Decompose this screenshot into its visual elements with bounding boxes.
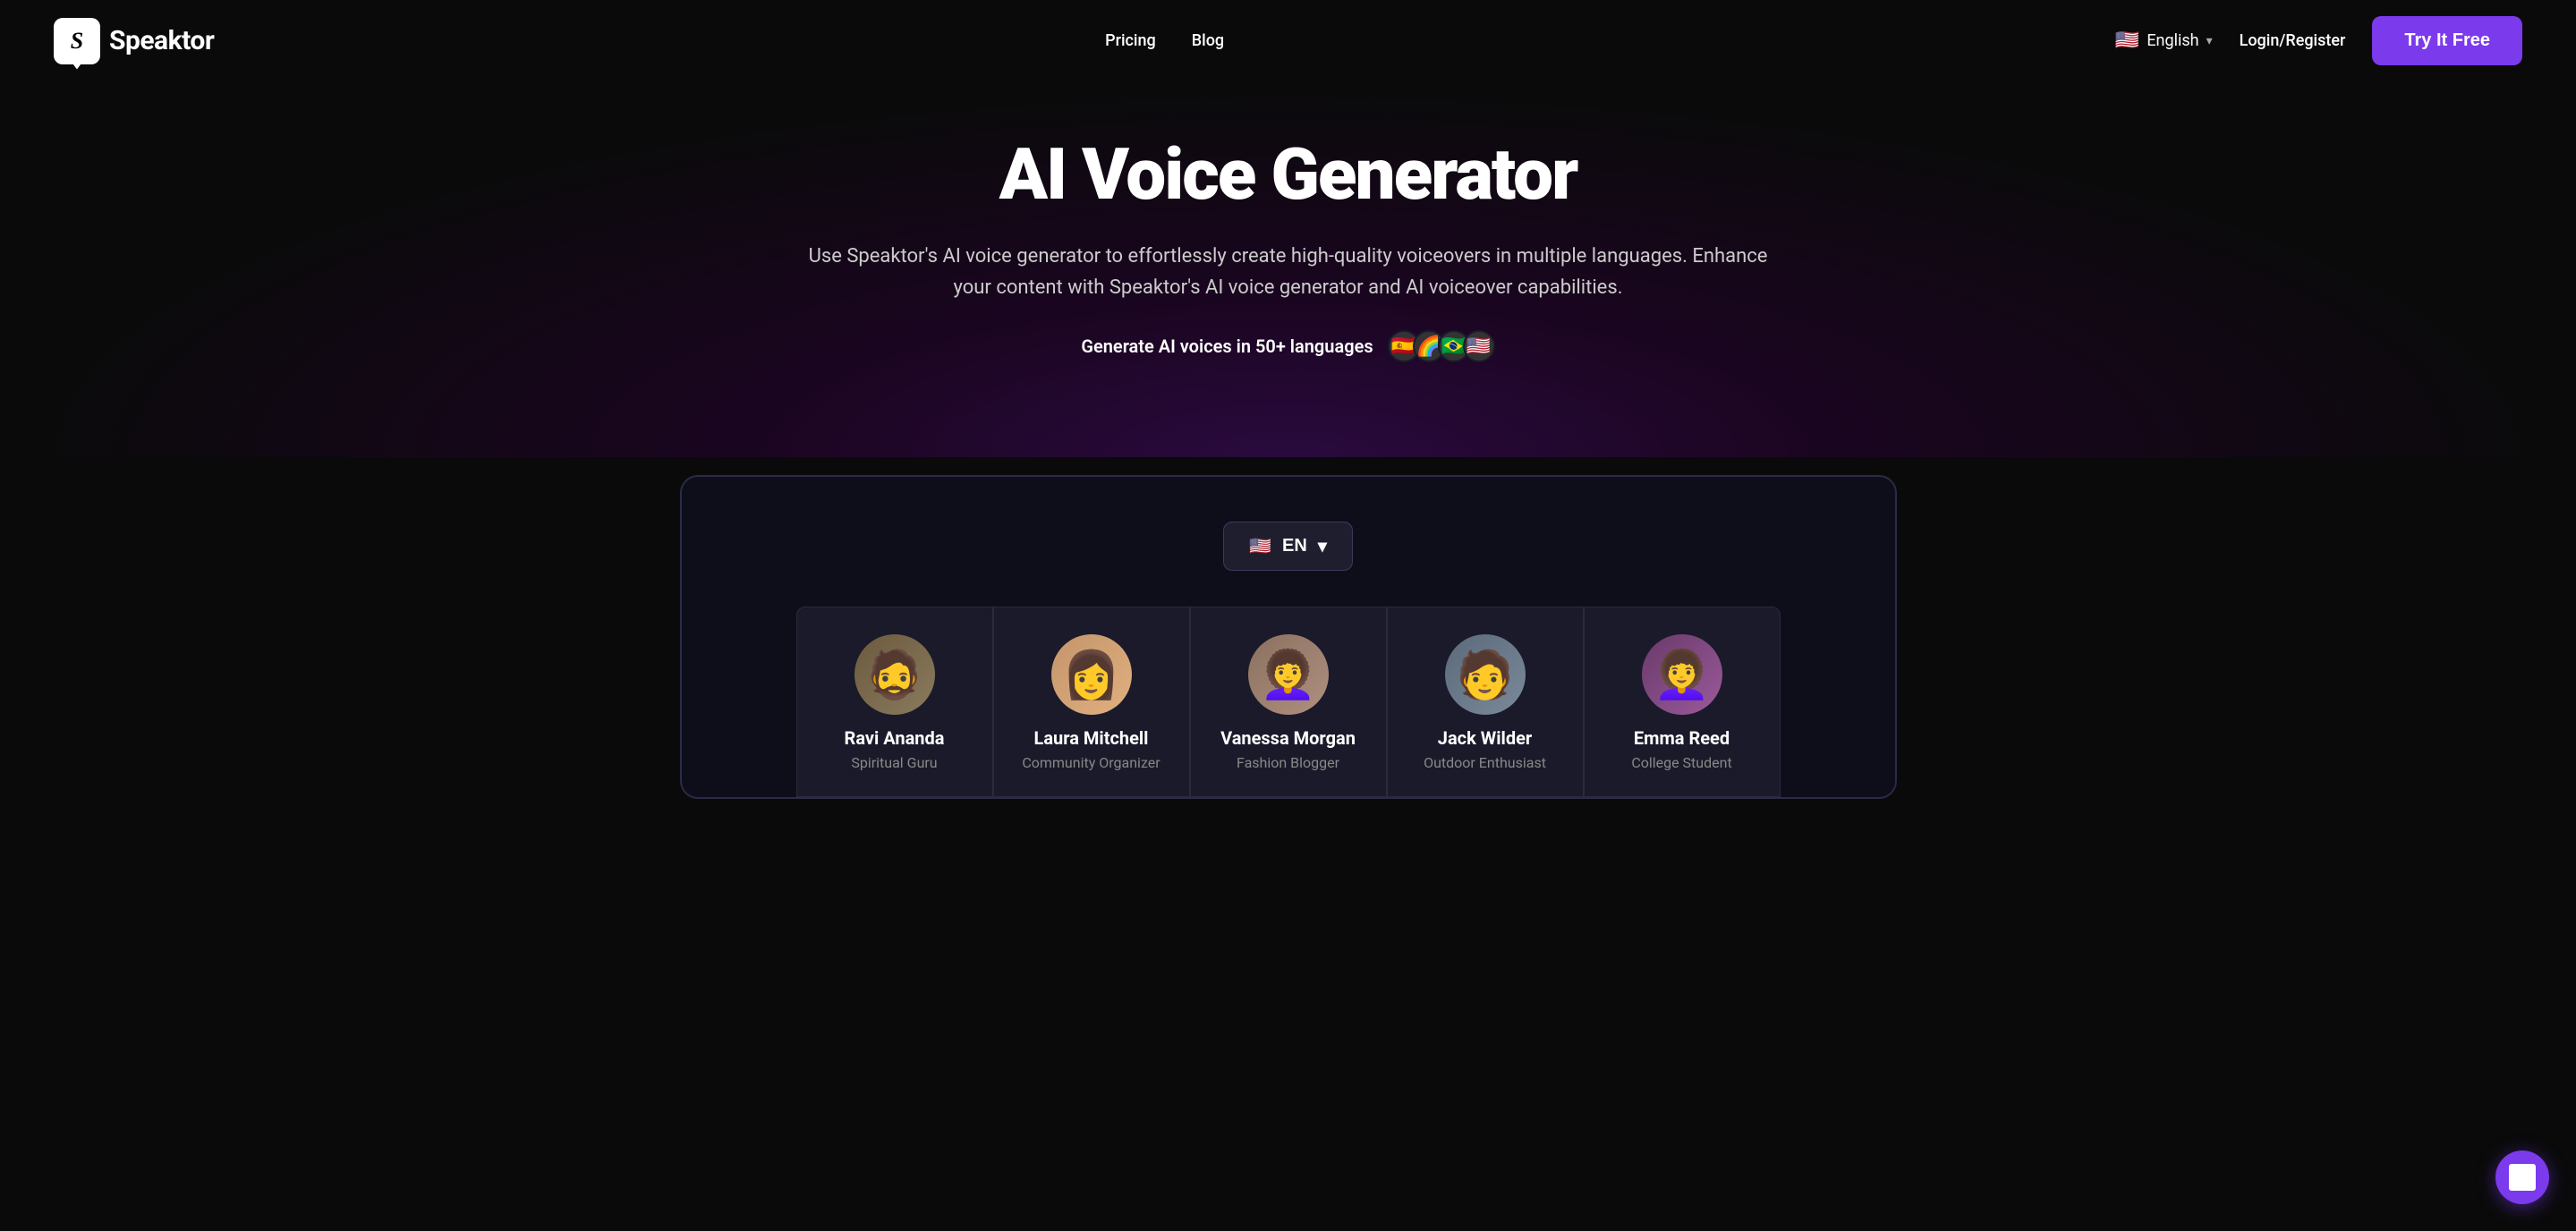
avatar-face: 🧑 <box>1445 634 1526 715</box>
voice-card-laura-mitchell[interactable]: 👩 Laura Mitchell Community Organizer <box>993 607 1190 797</box>
voice-role: Outdoor Enthusiast <box>1424 754 1546 771</box>
voice-role: Fashion Blogger <box>1237 754 1339 771</box>
nav-item-blog[interactable]: Blog <box>1192 31 1224 50</box>
demo-lang-selector: 🇺🇸 EN ▾ <box>718 522 1859 571</box>
chat-icon <box>2509 1164 2536 1191</box>
voice-card-jack-wilder[interactable]: 🧑 Jack Wilder Outdoor Enthusiast <box>1387 607 1584 797</box>
login-register-link[interactable]: Login/Register <box>2240 31 2346 50</box>
hero-section: AI Voice Generator Use Speaktor's AI voi… <box>0 81 2576 457</box>
demo-flag: 🇺🇸 <box>1249 535 1271 557</box>
hero-languages-text: Generate AI voices in 50+ languages <box>1081 335 1373 357</box>
logo-icon: S <box>54 18 100 64</box>
voice-avatar: 👩‍🦱 <box>1248 634 1329 715</box>
nav-item-pricing[interactable]: Pricing <box>1105 31 1156 50</box>
flag-cluster: 🇪🇸 🌈 🇧🇷 🇺🇸 <box>1388 330 1495 362</box>
demo-chevron-icon: ▾ <box>1318 535 1327 557</box>
demo-wrapper: 🇺🇸 EN ▾ 🧔 Ravi Ananda Spiritual Guru 👩 Laura… <box>0 475 2576 799</box>
voice-role: Spiritual Guru <box>851 754 937 771</box>
flag-us: 🇺🇸 <box>1463 330 1495 362</box>
voice-name: Vanessa Morgan <box>1220 727 1356 749</box>
voice-role: College Student <box>1631 754 1731 771</box>
demo-language-button[interactable]: 🇺🇸 EN ▾ <box>1223 522 1353 571</box>
voice-avatar: 👩‍🦱 <box>1642 634 1722 715</box>
voices-grid: 🧔 Ravi Ananda Spiritual Guru 👩 Laura Mitchel… <box>718 607 1859 797</box>
avatar-face: 🧔 <box>854 634 935 715</box>
voice-role: Community Organizer <box>1022 754 1160 771</box>
logo[interactable]: S Speaktor <box>54 18 214 64</box>
voice-name: Laura Mitchell <box>1034 727 1149 749</box>
try-it-free-button[interactable]: Try It Free <box>2372 16 2522 65</box>
voice-avatar: 🧔 <box>854 634 935 715</box>
navbar: S Speaktor Pricing Blog 🇺🇸 English ▾ Log… <box>0 0 2576 81</box>
blog-link[interactable]: Blog <box>1192 31 1224 50</box>
language-flag: 🇺🇸 <box>2115 30 2139 52</box>
avatar-face: 👩 <box>1051 634 1132 715</box>
logo-s: S <box>71 28 83 55</box>
voice-card-vanessa-morgan[interactable]: 👩‍🦱 Vanessa Morgan Fashion Blogger <box>1190 607 1387 797</box>
logo-text: Speaktor <box>109 25 214 56</box>
demo-screen: 🇺🇸 EN ▾ 🧔 Ravi Ananda Spiritual Guru 👩 Laura… <box>680 475 1897 799</box>
voice-avatar: 👩 <box>1051 634 1132 715</box>
demo-lang-label: EN <box>1282 536 1307 556</box>
nav-links: Pricing Blog <box>1105 31 1224 50</box>
avatar-face: 👩‍🦱 <box>1642 634 1722 715</box>
voice-name: Jack Wilder <box>1438 727 1532 749</box>
voice-avatar: 🧑 <box>1445 634 1526 715</box>
chevron-down-icon: ▾ <box>2206 34 2213 48</box>
voice-name: Emma Reed <box>1634 727 1730 749</box>
language-label: English <box>2147 31 2198 50</box>
chat-bubble[interactable] <box>2495 1150 2549 1204</box>
hero-title: AI Voice Generator <box>999 135 1577 214</box>
voice-card-ravi-ananda[interactable]: 🧔 Ravi Ananda Spiritual Guru <box>796 607 993 797</box>
voice-card-emma-reed[interactable]: 👩‍🦱 Emma Reed College Student <box>1584 607 1781 797</box>
language-selector[interactable]: 🇺🇸 English ▾ <box>2115 30 2213 52</box>
avatar-face: 👩‍🦱 <box>1248 634 1329 715</box>
nav-right: 🇺🇸 English ▾ Login/Register Try It Free <box>2115 16 2522 65</box>
voice-name: Ravi Ananda <box>845 727 945 749</box>
hero-languages: Generate AI voices in 50+ languages 🇪🇸 🌈… <box>1081 330 1494 362</box>
hero-description: Use Speaktor's AI voice generator to eff… <box>796 241 1781 303</box>
pricing-link[interactable]: Pricing <box>1105 31 1156 50</box>
